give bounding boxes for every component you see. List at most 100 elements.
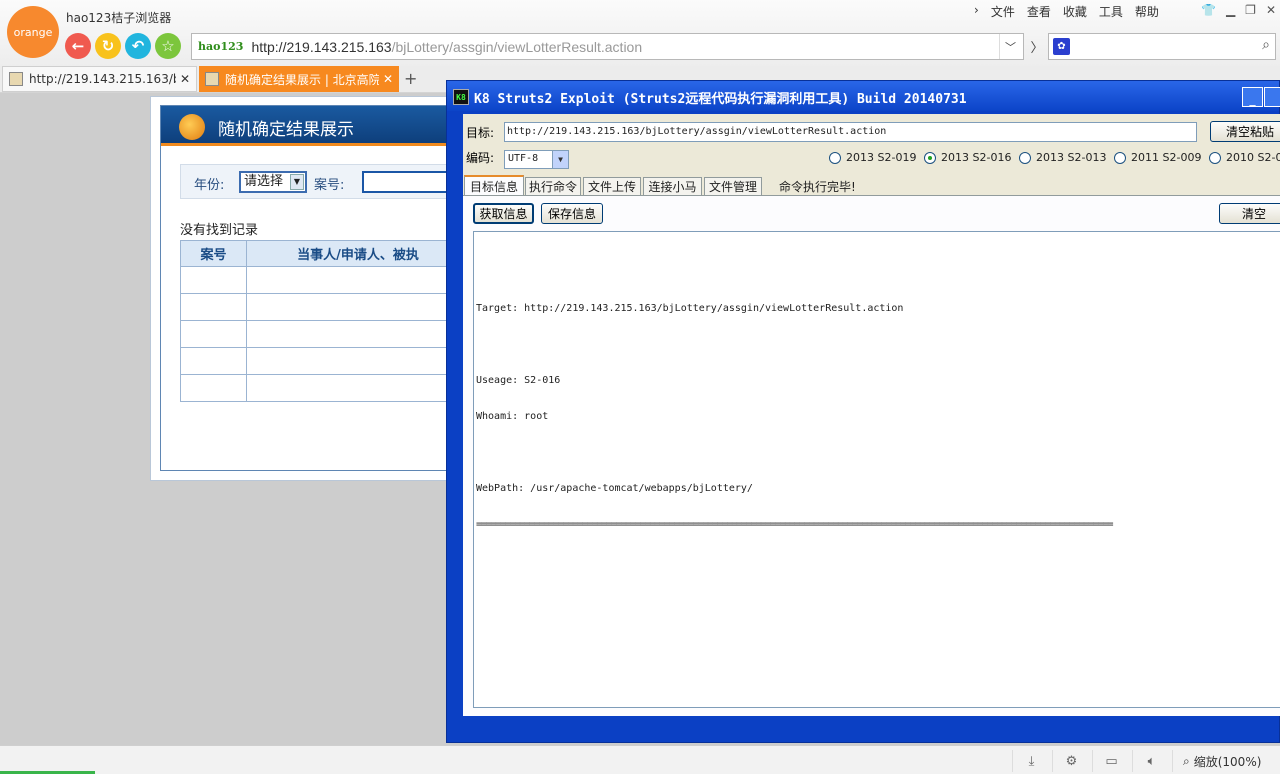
search-box[interactable]: ✿ ⌕ [1048,33,1276,60]
tab-lottery-result[interactable]: 随机确定结果展示 | 北京高院 ✕ [199,66,399,92]
restore-icon[interactable]: ❐ [1245,3,1256,17]
radio-label: 2011 S2-009 [1131,151,1202,164]
close-icon[interactable]: ✕ [383,72,393,86]
tab-file-upload[interactable]: 文件上传 [583,177,641,195]
tab-connect-shell[interactable]: 连接小马 [643,177,702,195]
no-record-message: 没有找到记录 [180,223,259,238]
hao123-badge[interactable]: hao123 [198,40,243,53]
target-url-input[interactable]: http://219.143.215.163/bjLottery/assgin/… [504,122,1197,142]
year-select-value: 请选择 [244,174,284,189]
tab-file-manager[interactable]: 文件管理 [704,177,762,195]
url-host: http://219.143.215.163 [251,38,392,55]
output-textarea[interactable]: Target: http://219.143.215.163/bjLottery… [473,231,1280,708]
skin-icon[interactable]: 👕 [1201,3,1216,17]
table-row [180,347,470,375]
table-cell [246,266,470,294]
go-button[interactable]: 〉 [1026,33,1048,60]
menu-help[interactable]: 帮助 [1129,3,1165,20]
menu-expand-icon[interactable]: › [968,3,985,20]
maximize-icon[interactable] [1264,87,1280,107]
zoom-control[interactable]: ⌕ 缩放(100%) [1172,750,1261,772]
menu-favorites[interactable]: 收藏 [1057,3,1093,20]
table-cell [180,293,247,321]
url-history-dropdown[interactable]: ﹀ [999,34,1021,59]
refresh-icon: ↻ [101,37,115,55]
k8-titlebar[interactable]: K8 K8 Struts2 Exploit (Struts2远程代码执行漏洞利用… [447,81,1280,111]
undo-icon: ↶ [131,37,145,55]
encoding-value: UTF-8 [508,153,539,164]
close-icon[interactable]: ✕ [180,72,190,86]
app-title: hao123桔子浏览器 [66,11,172,25]
table-cell [180,320,247,348]
radio-label: 2013 S2-016 [941,151,1012,164]
tab-label: http://219.143.215.163/bj [29,72,176,86]
chevron-down-icon: ﹀ [1005,40,1016,54]
radio-s2-005[interactable]: 2010 S2-0 [1209,151,1280,164]
close-icon[interactable]: ✕ [1266,3,1276,17]
speaker-icon[interactable]: 🔈︎ [1132,750,1170,772]
chevron-down-icon[interactable]: ▼ [552,151,568,168]
undo-close-button[interactable]: ↶ [125,33,151,59]
minimize-icon[interactable]: _ [1242,87,1263,107]
new-tab-icon[interactable]: + [404,69,417,88]
output-separator: ========================================… [476,519,1114,530]
radio-s2-019[interactable]: 2013 S2-019 [829,151,916,164]
tab-target-info[interactable]: 目标信息 [464,175,524,196]
encoding-select[interactable]: UTF-8 ▼ [504,150,569,169]
clear-paste-button[interactable]: 清空粘贴 [1210,121,1280,142]
tab-url[interactable]: http://219.143.215.163/bj ✕ [2,66,197,92]
refresh-button[interactable]: ↻ [95,33,121,59]
clear-button[interactable]: 清空 [1219,203,1280,224]
table-cell [246,347,470,375]
radio-button-icon [829,151,841,164]
favorite-button[interactable]: ☆ [155,33,181,59]
browser-logo: orange [7,6,59,58]
radio-label: 2013 S2-019 [846,151,917,164]
get-info-button[interactable]: 获取信息 [473,203,534,224]
year-select[interactable]: 请选择 ▼ [239,171,307,193]
table-cell [246,374,470,402]
download-icon[interactable]: ⤓ [1012,750,1050,772]
table-header-row: 案号 当事人/申请人、被执 [180,240,470,267]
paw-icon[interactable]: ✿ [1053,38,1070,55]
page-title: 随机确定结果展示 [218,120,354,140]
radio-s2-016[interactable]: 2013 S2-016 [924,151,1011,164]
radio-s2-013[interactable]: 2013 S2-013 [1019,151,1106,164]
arrow-left-icon: ← [71,37,85,55]
encoding-label: 编码: [466,151,495,165]
chevron-right-icon: 〉 [1030,41,1044,56]
radio-label: 2010 S2-0 [1226,151,1280,164]
page-panel: 随机确定结果展示 年份: 请选择 ▼ 案号: 没有找到记录 案号 当事人/申请人… [160,105,472,471]
url-text[interactable]: http://219.143.215.163/bjLottery/assgin/… [251,39,642,55]
chevron-down-icon[interactable]: ▼ [290,174,304,190]
menu-view[interactable]: 查看 [1021,3,1057,20]
filter-row: 年份: 请选择 ▼ 案号: [180,164,472,199]
zoom-label: 缩放(100%) [1193,754,1262,769]
page-header: 随机确定结果展示 [161,106,459,146]
table-row [180,293,470,321]
gear-icon[interactable]: ⚙ [1052,750,1090,772]
k8-exploit-window: K8 K8 Struts2 Exploit (Struts2远程代码执行漏洞利用… [446,80,1280,743]
search-icon[interactable]: ⌕ [1262,37,1270,53]
result-table: 案号 当事人/申请人、被执 [180,240,470,402]
menu-tools[interactable]: 工具 [1093,3,1129,20]
screen-icon[interactable]: ▭ [1092,750,1130,772]
command-status: 命令执行完毕! [779,180,856,194]
save-info-button[interactable]: 保存信息 [541,203,603,224]
address-bar[interactable]: hao123 http://219.143.215.163/bjLottery/… [191,33,1024,60]
radio-s2-009[interactable]: 2011 S2-009 [1114,151,1201,164]
output-line: WebPath: /usr/apache-tomcat/webapps/bjLo… [476,483,753,494]
k8-app-icon: K8 [453,89,469,105]
browser-toolbar: orange hao123桔子浏览器 ← ↻ ↶ ☆ hao123 http:/… [0,0,1280,66]
radio-button-checked-icon [924,151,936,164]
table-cell [180,266,247,294]
menu-file[interactable]: 文件 [985,3,1021,20]
tab-execute-command[interactable]: 执行命令 [525,177,581,195]
k8-window-title: K8 Struts2 Exploit (Struts2远程代码执行漏洞利用工具)… [474,92,967,107]
back-button[interactable]: ← [65,33,91,59]
url-path: /bjLottery/assgin/viewLotterResult.actio… [391,38,643,55]
minimize-icon[interactable]: ▁ [1226,3,1235,17]
k8-body: 目标: http://219.143.215.163/bjLottery/ass… [463,114,1280,716]
